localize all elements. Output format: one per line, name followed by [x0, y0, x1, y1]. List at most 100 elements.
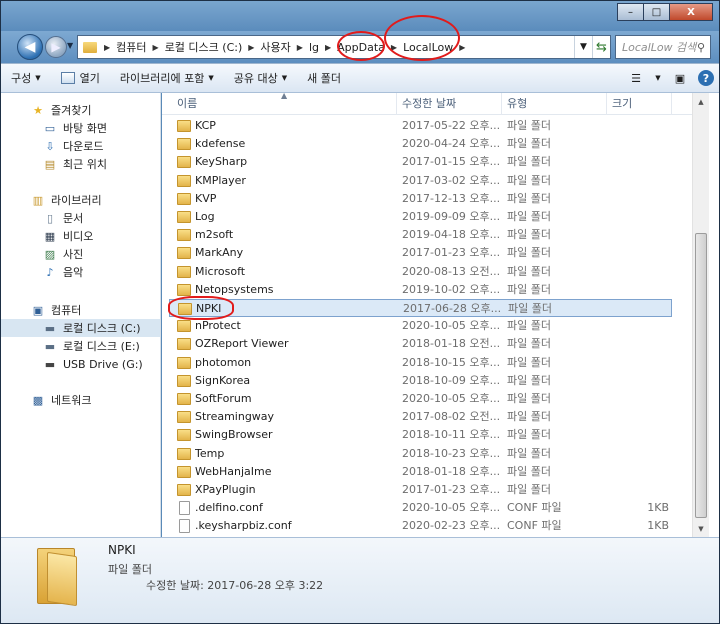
column-type[interactable]: 유형: [502, 93, 607, 115]
file-size: [613, 172, 669, 190]
table-row[interactable]: WebHanjaIme 2018-01-18 오후... 파일 폴더: [169, 463, 672, 481]
search-icon[interactable]: ⚲: [697, 41, 705, 54]
vertical-scrollbar[interactable]: ▲ ▼: [692, 93, 709, 537]
table-row[interactable]: nProtect 2020-10-05 오후... 파일 폴더: [169, 317, 672, 335]
chevron-down-icon[interactable]: ▼: [574, 36, 592, 58]
search-input[interactable]: LocalLow 검색 ⚲: [615, 35, 711, 59]
table-row[interactable]: SoftForum 2020-10-05 오후... 파일 폴더: [169, 390, 672, 408]
table-row[interactable]: .delfino.conf 2020-10-05 오후... CONF 파일 1KB: [169, 499, 672, 517]
sidebar-item-local-disk-c[interactable]: ▬ 로컬 디스크 (C:): [1, 319, 160, 337]
file-size: [613, 335, 669, 353]
column-name[interactable]: 이름: [172, 93, 397, 115]
maximize-button[interactable]: □: [643, 3, 670, 21]
chevron-right-icon[interactable]: ▶: [294, 43, 306, 52]
address-bar[interactable]: ▶ 컴퓨터 ▶ 로컬 디스크 (C:) ▶ 사용자 ▶ lg ▶ AppData…: [77, 35, 611, 59]
network-icon: ▩: [32, 393, 44, 407]
folder-icon: [177, 338, 191, 351]
table-row[interactable]: Netopsystems 2019-10-02 오후... 파일 폴더: [169, 281, 672, 299]
scroll-up-icon[interactable]: ▲: [693, 93, 709, 110]
table-row[interactable]: Microsoft 2020-08-13 오전... 파일 폴더: [169, 263, 672, 281]
table-row[interactable]: NPKI 2017-06-28 오후... 파일 폴더: [169, 299, 672, 317]
file-type: 파일 폴더: [507, 410, 551, 424]
sidebar-item-downloads[interactable]: ⇩ 다운로드: [1, 137, 160, 155]
breadcrumb-lg[interactable]: lg: [306, 41, 322, 54]
file-type: 파일 폴더: [507, 373, 551, 387]
sidebar-label: 로컬 디스크 (E:): [63, 340, 140, 353]
file-date: 2017-08-02 오전...: [402, 410, 501, 424]
table-row[interactable]: .keysharpbiz.conf 2020-02-23 오후... CONF 파일…: [169, 517, 672, 535]
table-row[interactable]: SignKorea 2018-10-09 오후... 파일 폴더: [169, 372, 672, 390]
table-row[interactable]: Streamingway 2017-08-02 오전... 파일 폴더: [169, 408, 672, 426]
table-row[interactable]: MarkAny 2017-01-23 오후... 파일 폴더: [169, 244, 672, 262]
breadcrumb-users[interactable]: 사용자: [257, 39, 293, 55]
table-row[interactable]: Log 2019-09-09 오후... 파일 폴더: [169, 208, 672, 226]
minimize-button[interactable]: –: [617, 3, 644, 21]
chevron-right-icon[interactable]: ▶: [245, 43, 257, 52]
table-row[interactable]: KCP 2017-05-22 오후... 파일 폴더: [169, 117, 672, 135]
table-row[interactable]: SwingBrowser 2018-10-11 오후... 파일 폴더: [169, 426, 672, 444]
table-row[interactable]: OZReport Viewer 2018-01-18 오전... 파일 폴더: [169, 335, 672, 353]
sidebar-item-recent[interactable]: ▤ 최근 위치: [1, 155, 160, 173]
share-button[interactable]: 공유 대상 ▼: [224, 70, 297, 86]
table-row[interactable]: KVP 2017-12-13 오후... 파일 폴더: [169, 190, 672, 208]
table-row[interactable]: m2soft 2019-04-18 오후... 파일 폴더: [169, 226, 672, 244]
table-row[interactable]: KeySharp 2017-01-15 오후... 파일 폴더: [169, 153, 672, 171]
chevron-right-icon[interactable]: ▶: [388, 43, 400, 52]
sidebar-item-computer[interactable]: ▣ 컴퓨터: [1, 301, 160, 319]
sidebar-item-desktop[interactable]: ▭ 바탕 화면: [1, 119, 160, 137]
file-name: MarkAny: [195, 246, 244, 260]
table-row[interactable]: Temp 2018-10-23 오후... 파일 폴더: [169, 445, 672, 463]
chevron-right-icon[interactable]: ▶: [456, 43, 468, 52]
file-name: Streamingway: [195, 410, 275, 424]
file-date: 2018-01-18 오후...: [402, 464, 501, 478]
file-date: 2019-09-09 오후...: [402, 210, 501, 223]
sidebar-item-local-disk-e[interactable]: ▬ 로컬 디스크 (E:): [1, 337, 160, 355]
address-actions: ▼ ⇆: [574, 36, 610, 58]
include-library-button[interactable]: 라이브러리에 포함 ▼: [110, 70, 224, 86]
breadcrumb-locallow[interactable]: LocalLow: [400, 41, 456, 54]
chevron-right-icon[interactable]: ▶: [101, 43, 113, 52]
preview-pane-icon[interactable]: ▣: [672, 70, 688, 86]
sidebar-item-network[interactable]: ▩ 네트워크: [1, 391, 160, 409]
file-name: KVP: [195, 191, 217, 205]
view-options-icon[interactable]: ☰: [628, 70, 644, 86]
recent-pages-dropdown[interactable]: ▼: [67, 41, 73, 50]
file-date: 2018-01-18 오전...: [402, 337, 501, 351]
chevron-right-icon[interactable]: ▶: [322, 43, 334, 52]
forward-button[interactable]: ▶: [45, 36, 67, 58]
breadcrumb-local-disk-c[interactable]: 로컬 디스크 (C:): [162, 39, 246, 55]
open-button[interactable]: 열기: [51, 70, 110, 86]
refresh-icon[interactable]: ⇆: [592, 36, 610, 58]
sidebar-item-documents[interactable]: ▯ 문서: [1, 209, 160, 227]
table-row[interactable]: XPayPlugin 2017-01-23 오후... 파일 폴더: [169, 481, 672, 499]
folder-icon: [177, 465, 191, 478]
help-icon[interactable]: ?: [698, 70, 714, 86]
chevron-down-icon[interactable]: ▼: [654, 70, 662, 86]
sidebar-item-music[interactable]: ♪ 음악: [1, 263, 160, 281]
close-button[interactable]: X: [669, 3, 713, 21]
sidebar-item-favorites[interactable]: ★ 즐겨찾기: [1, 101, 160, 119]
sidebar-item-usb-drive[interactable]: ▬ USB Drive (G:): [1, 355, 160, 373]
view-controls: ☰ ▼ ▣ ?: [623, 70, 719, 86]
column-size[interactable]: 크기: [607, 93, 672, 115]
breadcrumb-appdata[interactable]: AppData: [334, 41, 388, 54]
sidebar-item-libraries[interactable]: ▥ 라이브러리: [1, 191, 160, 209]
sidebar-item-pictures[interactable]: ▨ 사진: [1, 245, 160, 263]
organize-button[interactable]: 구성 ▼: [1, 70, 51, 86]
file-type: 파일 폴더: [508, 302, 552, 315]
breadcrumb-computer[interactable]: 컴퓨터: [113, 39, 149, 55]
scroll-thumb[interactable]: [695, 233, 707, 518]
open-label: 열기: [79, 72, 100, 85]
table-row[interactable]: photomon 2018-10-15 오후... 파일 폴더: [169, 354, 672, 372]
music-icon: ♪: [46, 265, 54, 279]
new-folder-button[interactable]: 새 폴더: [297, 70, 351, 86]
share-label: 공유 대상: [233, 72, 278, 85]
table-row[interactable]: kdefense 2020-04-24 오후... 파일 폴더: [169, 135, 672, 153]
sidebar-item-videos[interactable]: ▦ 비디오: [1, 227, 160, 245]
back-button[interactable]: ◀: [17, 34, 43, 60]
scroll-down-icon[interactable]: ▼: [693, 520, 709, 537]
table-row[interactable]: KMPlayer 2017-03-02 오후... 파일 폴더: [169, 172, 672, 190]
chevron-right-icon[interactable]: ▶: [150, 43, 162, 52]
usb-drive-icon: ▬: [44, 357, 56, 371]
column-date[interactable]: 수정한 날짜: [397, 93, 502, 115]
